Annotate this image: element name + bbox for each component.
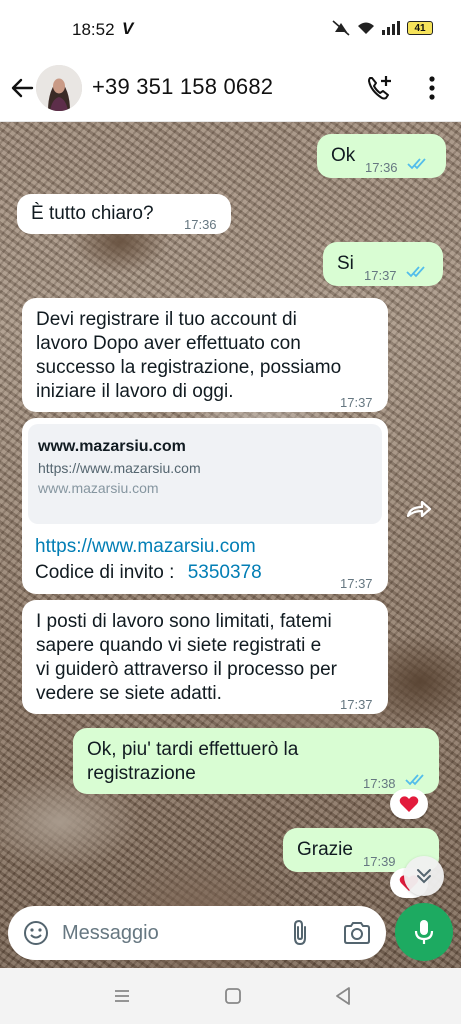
message-incoming-link[interactable]: www.mazarsiu.com https://www.mazarsiu.co… [22, 418, 388, 594]
message-outgoing[interactable]: Si 17:37 [323, 242, 443, 286]
recents-icon[interactable] [112, 986, 132, 1006]
forward-icon[interactable] [402, 494, 436, 528]
status-icons: 41 [331, 20, 433, 36]
status-time: 18:52 [72, 20, 115, 39]
link-preview-url: https://www.mazarsiu.com [38, 460, 201, 476]
emoji-icon[interactable] [22, 919, 50, 947]
message-line: vedere se siete adatti. [36, 683, 222, 704]
add-call-icon[interactable] [364, 73, 394, 103]
read-ticks-icon [407, 158, 426, 170]
composer [8, 906, 386, 960]
read-ticks-icon [406, 266, 425, 278]
invite-code-label: Codice di invito : [35, 562, 175, 583]
scroll-to-bottom-button[interactable] [404, 856, 444, 896]
message-text: Ok [331, 145, 356, 166]
avatar-photo [36, 65, 82, 111]
message-time: 17:37 [340, 697, 373, 712]
mic-button[interactable] [395, 903, 453, 961]
message-line: Devi registrare il tuo account di [36, 309, 297, 330]
message-incoming[interactable]: È tutto chiaro? 17:36 [17, 194, 231, 234]
chat-header: +39 351 158 0682 [0, 60, 461, 122]
message-time: 17:36 [365, 160, 398, 175]
attach-icon[interactable] [288, 919, 314, 947]
message-input[interactable] [62, 920, 272, 946]
signal-icon [382, 21, 400, 35]
home-icon[interactable] [223, 986, 243, 1006]
message-text: Grazie [297, 839, 353, 860]
message-line: successo la registrazione, possiamo [36, 357, 342, 378]
message-incoming[interactable]: I posti di lavoro sono limitati, fatemi … [22, 600, 388, 714]
read-ticks-icon [405, 774, 424, 786]
chat-background: Ok 17:36 È tutto chiaro? 17:36 Si 17:37 … [0, 122, 461, 968]
message-line: iniziare il lavoro di oggi. [36, 381, 234, 402]
message-text: Si [337, 253, 354, 274]
chevron-double-down-icon [417, 869, 431, 884]
message-incoming[interactable]: Devi registrare il tuo account di lavoro… [22, 298, 388, 412]
message-outgoing[interactable]: Ok, piu' tardi effettuerò la registrazio… [73, 728, 439, 794]
message-line: Ok, piu' tardi effettuerò la [87, 739, 299, 760]
contact-name[interactable]: +39 351 158 0682 [92, 74, 273, 100]
message-line: vi guiderò attraverso il processo per [36, 659, 337, 680]
mute-icon [332, 20, 350, 36]
message-text: È tutto chiaro? [31, 203, 154, 224]
status-bar: 18:52 V 41 [0, 0, 461, 60]
link-preview-domain: www.mazarsiu.com [38, 480, 159, 496]
message-time: 17:37 [340, 576, 373, 591]
more-vert-icon[interactable] [424, 73, 440, 103]
message-link[interactable]: https://www.mazarsiu.com [35, 534, 375, 560]
message-time: 17:36 [184, 217, 217, 232]
message-time: 17:39 [363, 854, 396, 869]
message-line: lavoro Dopo aver effettuato con [36, 333, 301, 354]
message-time: 17:37 [340, 395, 373, 410]
system-nav-bar [0, 968, 461, 1024]
message-line: sapere quando vi siete registrati e [36, 635, 322, 656]
nav-back-icon[interactable] [332, 985, 354, 1007]
message-outgoing[interactable]: Ok 17:36 [317, 134, 446, 178]
invite-code[interactable]: 5350378 [188, 562, 262, 583]
reaction-badge[interactable] [390, 789, 428, 819]
link-preview-title: www.mazarsiu.com [38, 438, 186, 455]
message-time: 17:38 [363, 776, 396, 791]
wifi-icon [358, 22, 374, 34]
message-line: I posti di lavoro sono limitati, fatemi [36, 611, 332, 632]
camera-icon[interactable] [342, 919, 372, 947]
mic-icon [414, 920, 434, 944]
avatar[interactable] [36, 65, 82, 111]
link-preview[interactable]: www.mazarsiu.com https://www.mazarsiu.co… [28, 424, 382, 524]
heart-icon [399, 796, 419, 812]
message-time: 17:37 [364, 268, 397, 283]
battery-icon: 41 [407, 21, 433, 35]
back-arrow-icon[interactable] [8, 74, 36, 102]
carrier-icon: V [122, 19, 134, 38]
